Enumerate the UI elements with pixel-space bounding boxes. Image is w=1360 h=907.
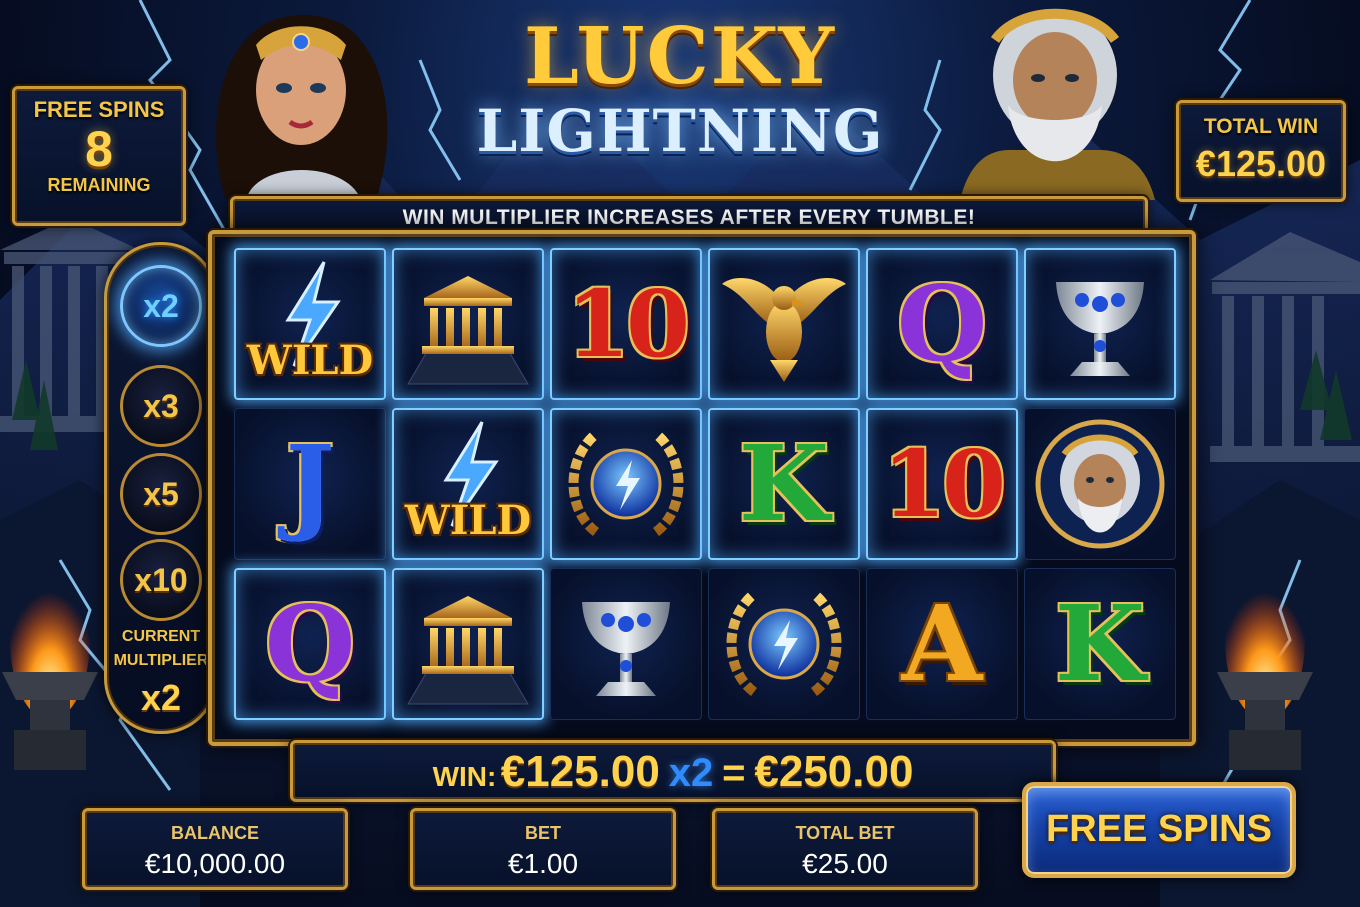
wild-symbol-label: WILD [246, 337, 374, 384]
reel-cell: Q [866, 248, 1018, 400]
symbol-k: K [738, 422, 830, 545]
symbol-a: A [901, 582, 983, 705]
reel-cell [392, 248, 544, 400]
total-win-panel: TOTAL WIN €125.00 [1176, 100, 1346, 202]
free-spins-count: 8 [85, 121, 113, 177]
win-multiplier: x2 [668, 751, 714, 795]
zeus-character-icon [960, 8, 1155, 200]
temple-icon [407, 276, 529, 385]
reel-cell [1024, 248, 1176, 400]
win-amount: €125.00 [500, 747, 660, 796]
reel-cell: K [1024, 568, 1176, 720]
reel-cell: Q [234, 568, 386, 720]
multiplier-step: x5 [120, 453, 202, 535]
laurel-icon [726, 590, 842, 697]
free-spins-label: FREE SPINS [33, 97, 165, 122]
zeus-icon [1035, 419, 1165, 549]
wild-symbol-label: WILD [404, 497, 532, 544]
temple-icon [407, 596, 529, 705]
reel-cell: K [708, 408, 860, 560]
symbol-q: Q [896, 262, 988, 385]
eagle-icon [722, 278, 846, 382]
multiplier-step: x3 [120, 365, 202, 447]
balance-value: €10,000.00 [144, 848, 286, 879]
symbol-k: K [1054, 582, 1146, 705]
reel-cell: WILD [392, 408, 544, 560]
reel-cell: A [866, 568, 1018, 720]
win-total: €250.00 [754, 747, 914, 796]
win-label: WIN: [432, 761, 497, 792]
goddess-character-icon [216, 15, 388, 200]
free-spins-counter: FREE SPINS 8 REMAINING [12, 86, 186, 226]
free-spins-remaining-label: REMAINING [47, 175, 151, 195]
reel-cell: 10 [866, 408, 1018, 560]
reel-cell [550, 568, 702, 720]
chalice-icon [582, 602, 670, 696]
reel-cell [708, 248, 860, 400]
multiplier-step: x10 [120, 539, 202, 621]
total-win-label: TOTAL WIN [1203, 115, 1319, 138]
total-bet-value: €25.00 [802, 848, 888, 879]
reel-cell [392, 568, 544, 720]
reel-cell: J [234, 408, 386, 560]
reel-cell [550, 408, 702, 560]
multiplier-step: x2 [120, 265, 202, 347]
logo-line-2: LIGHTNING [476, 97, 884, 165]
current-multiplier-value: x2 [140, 677, 182, 718]
current-multiplier-label: CURRENT MULTIPLIER [113, 628, 209, 669]
game-stage: LUCKY LIGHTNING FREE SPINS 8 REMAINING T… [0, 0, 1360, 907]
total-bet-label: TOTAL BET [795, 823, 895, 843]
symbol-q: Q [264, 582, 356, 705]
bet-label: BET [525, 823, 561, 843]
symbol-j: J [285, 422, 335, 545]
game-logo: LUCKY LIGHTNING [440, 14, 920, 174]
win-equals: = [722, 751, 746, 795]
logo-line-1: LUCKY [523, 11, 837, 102]
reel-grid: WILD 10 Q J WILD K 10 Q A K [208, 230, 1196, 746]
chalice-icon [1056, 282, 1144, 376]
symbol-ten: 10 [881, 430, 1006, 538]
reel-cell: WILD [234, 248, 386, 400]
bet-panel[interactable]: BET €1.00 [410, 808, 676, 890]
free-spins-button[interactable]: FREE SPINS [1022, 782, 1296, 878]
reel-cell: 10 [550, 248, 702, 400]
reel-cell [708, 568, 860, 720]
balance-label: BALANCE [171, 823, 259, 843]
balance-panel: BALANCE €10,000.00 [82, 808, 348, 890]
laurel-icon [568, 430, 684, 537]
symbol-ten: 10 [565, 270, 690, 378]
win-display: WIN: €125.00 x2 = €250.00 [290, 740, 1056, 802]
reel-cell [1024, 408, 1176, 560]
total-bet-panel: TOTAL BET €25.00 [712, 808, 978, 890]
multiplier-ladder: x2 x3 x5 x10 CURRENT MULTIPLIER x2 [104, 242, 218, 734]
total-win-value: €125.00 [1195, 143, 1327, 184]
bet-value: €1.00 [507, 848, 579, 879]
